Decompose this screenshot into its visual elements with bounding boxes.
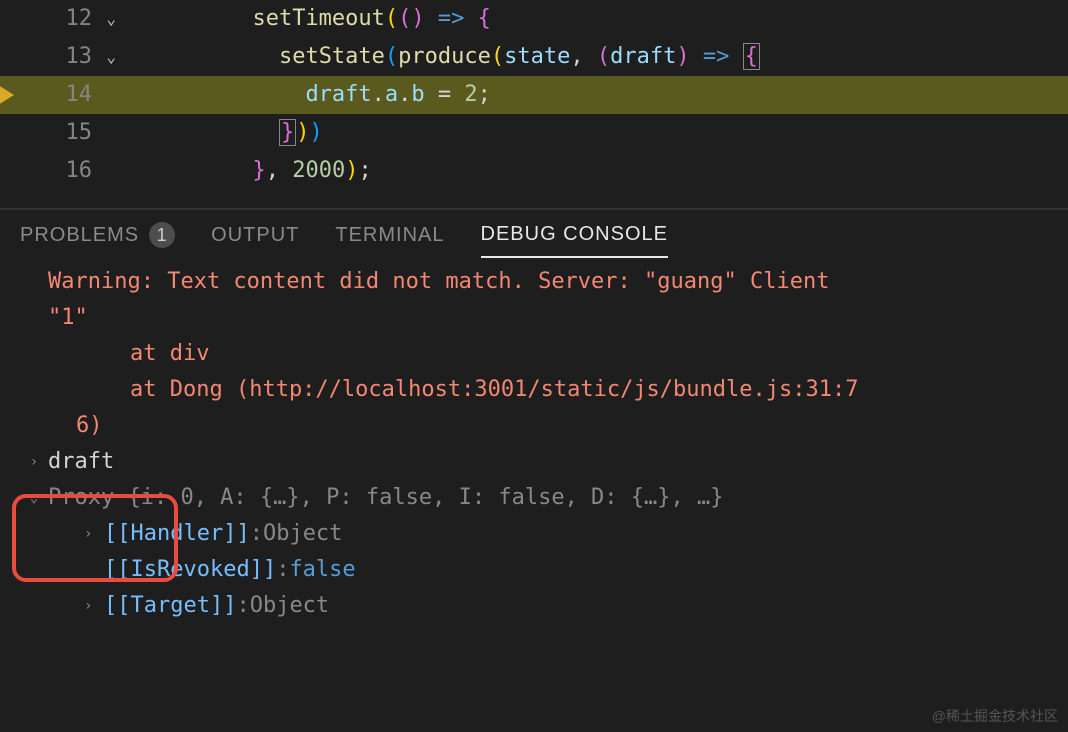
console-input-row[interactable]: › draft bbox=[20, 444, 1068, 480]
code-content[interactable]: setState(produce(state, (draft) => { bbox=[120, 38, 760, 76]
code-token: ( bbox=[491, 44, 504, 69]
tab-problems[interactable]: PROBLEMS 1 bbox=[20, 222, 175, 258]
code-token: => bbox=[703, 44, 730, 69]
code-token: { bbox=[478, 6, 491, 31]
code-token: , bbox=[570, 44, 597, 69]
code-token: ( bbox=[385, 6, 398, 31]
code-token: setTimeout bbox=[252, 6, 384, 31]
handler-key: [[Handler]] bbox=[104, 516, 250, 552]
panel-tabs: PROBLEMS 1 OUTPUT TERMINAL DEBUG CONSOLE bbox=[0, 210, 1068, 258]
gutter[interactable]: 14 bbox=[0, 76, 120, 114]
proxy-output: Proxy {i: 0, A: {…}, P: false, I: false,… bbox=[48, 480, 724, 516]
colon: : bbox=[236, 588, 249, 624]
code-token: ) bbox=[296, 120, 309, 145]
tab-output[interactable]: OUTPUT bbox=[211, 224, 299, 257]
code-line[interactable]: 12⌄ setTimeout(() => { bbox=[0, 0, 1068, 38]
code-line[interactable]: 16 }, 2000); bbox=[0, 152, 1068, 190]
gutter[interactable]: 15 bbox=[0, 114, 120, 152]
code-token: draft bbox=[610, 44, 676, 69]
tab-output-label: OUTPUT bbox=[211, 224, 299, 247]
code-token: ( bbox=[398, 6, 411, 31]
code-token: { bbox=[743, 43, 760, 70]
gutter[interactable]: 12 ⌄ bbox=[0, 0, 120, 38]
warning-line-2: "1" bbox=[48, 300, 1068, 336]
tab-terminal-label: TERMINAL bbox=[335, 224, 444, 247]
expand-chevron-icon[interactable]: › bbox=[84, 516, 104, 552]
warning-at-dong-end: 6) bbox=[48, 408, 1068, 444]
isrevoked-key: [[IsRevoked]] bbox=[104, 552, 276, 588]
code-content[interactable]: })) bbox=[120, 114, 323, 152]
code-token: ( bbox=[385, 44, 398, 69]
line-number: 15 bbox=[66, 114, 93, 152]
code-token bbox=[729, 44, 742, 69]
code-token: produce bbox=[398, 44, 491, 69]
code-token: ) bbox=[309, 120, 322, 145]
code-token bbox=[690, 44, 703, 69]
target-value: Object bbox=[250, 588, 329, 624]
breakpoint-icon[interactable] bbox=[0, 85, 14, 105]
code-token: , bbox=[266, 158, 293, 183]
code-line[interactable]: 15 })) bbox=[0, 114, 1068, 152]
code-token: = bbox=[425, 82, 465, 107]
input-chevron-icon: › bbox=[20, 444, 48, 480]
code-token: state bbox=[504, 44, 570, 69]
code-token: . bbox=[372, 82, 385, 107]
code-token: => bbox=[438, 6, 465, 31]
colon: : bbox=[276, 552, 289, 588]
handler-row[interactable]: › [[Handler]] : Object bbox=[20, 516, 1068, 552]
expand-chevron-icon[interactable]: ⌄ bbox=[20, 480, 48, 516]
code-token: b bbox=[411, 82, 424, 107]
console-warning: Warning: Text content did not match. Ser… bbox=[20, 264, 1068, 444]
code-editor[interactable]: 12⌄ setTimeout(() => {13⌄ setState(produ… bbox=[0, 0, 1068, 190]
watermark: @稀土掘金技术社区 bbox=[932, 706, 1058, 726]
code-token: ) bbox=[676, 44, 689, 69]
expand-chevron-icon[interactable]: › bbox=[84, 588, 104, 624]
tab-debug-console[interactable]: DEBUG CONSOLE bbox=[481, 223, 668, 258]
handler-value: Object bbox=[263, 516, 342, 552]
code-token bbox=[425, 6, 438, 31]
code-token: ) bbox=[345, 158, 358, 183]
code-content[interactable]: setTimeout(() => { bbox=[120, 0, 491, 38]
line-number: 16 bbox=[66, 152, 93, 190]
problems-badge: 1 bbox=[149, 222, 175, 248]
code-token bbox=[464, 6, 477, 31]
code-line[interactable]: 13⌄ setState(produce(state, (draft) => { bbox=[0, 38, 1068, 76]
debug-console[interactable]: Warning: Text content did not match. Ser… bbox=[0, 258, 1068, 624]
target-key: [[Target]] bbox=[104, 588, 236, 624]
code-token: setState bbox=[279, 44, 385, 69]
warning-line-1: Warning: Text content did not match. Ser… bbox=[48, 264, 1068, 300]
code-line[interactable]: 14 draft.a.b = 2; bbox=[0, 76, 1068, 114]
target-row[interactable]: › [[Target]] : Object bbox=[20, 588, 1068, 624]
code-token: } bbox=[252, 158, 265, 183]
tab-debug-console-label: DEBUG CONSOLE bbox=[481, 223, 668, 246]
code-token: 2 bbox=[464, 82, 477, 107]
fold-chevron-icon[interactable]: ⌄ bbox=[106, 38, 116, 76]
code-token: . bbox=[398, 82, 411, 107]
code-content[interactable]: draft.a.b = 2; bbox=[120, 76, 491, 114]
code-token: a bbox=[385, 82, 398, 107]
fold-chevron-icon[interactable]: ⌄ bbox=[106, 0, 116, 38]
gutter[interactable]: 13 ⌄ bbox=[0, 38, 120, 76]
code-token: ; bbox=[358, 158, 371, 183]
colon: : bbox=[250, 516, 263, 552]
code-token: draft bbox=[305, 82, 371, 107]
tab-problems-label: PROBLEMS bbox=[20, 224, 139, 247]
warning-at-div: at div bbox=[48, 336, 1068, 372]
code-token: 2000 bbox=[292, 158, 345, 183]
console-input-text: draft bbox=[48, 444, 114, 480]
gutter[interactable]: 16 bbox=[0, 152, 120, 190]
line-number: 14 bbox=[66, 76, 93, 114]
isrevoked-row[interactable]: [[IsRevoked]] : false bbox=[20, 552, 1068, 588]
warning-at-dong: at Dong (http://localhost:3001/static/js… bbox=[48, 372, 1068, 408]
isrevoked-value: false bbox=[289, 552, 355, 588]
code-token: ) bbox=[411, 6, 424, 31]
code-token: ; bbox=[478, 82, 491, 107]
tab-terminal[interactable]: TERMINAL bbox=[335, 224, 444, 257]
line-number: 13 bbox=[66, 38, 93, 76]
code-token: } bbox=[279, 119, 296, 146]
line-number: 12 bbox=[66, 0, 93, 38]
code-token: ( bbox=[597, 44, 610, 69]
console-output-row[interactable]: ⌄ Proxy {i: 0, A: {…}, P: false, I: fals… bbox=[20, 480, 1068, 516]
code-content[interactable]: }, 2000); bbox=[120, 152, 372, 190]
